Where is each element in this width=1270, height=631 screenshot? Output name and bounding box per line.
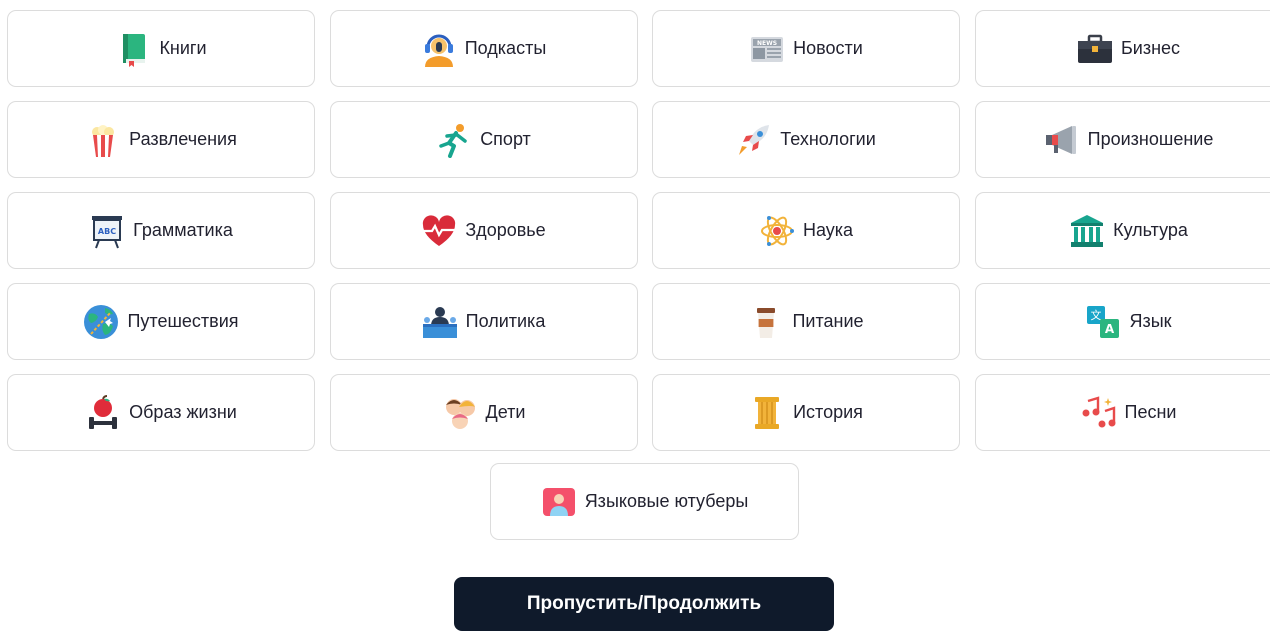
topic-card-news[interactable]: NEWS Новости: [652, 10, 960, 87]
music-notes-icon: [1081, 395, 1117, 431]
topic-label: Бизнес: [1121, 38, 1180, 59]
topic-grid: Книги Подкасты NEWS Новости Бизнес Развл…: [7, 10, 1270, 451]
topic-label: Произношение: [1088, 129, 1214, 150]
topic-card-kids[interactable]: Дети: [330, 374, 638, 451]
newspaper-icon: NEWS: [749, 31, 785, 67]
topic-card-science[interactable]: Наука: [652, 192, 960, 269]
coffee-cup-icon: [748, 304, 784, 340]
topic-label: Язык: [1129, 311, 1171, 332]
topic-card-grammar[interactable]: ABC Грамматика: [7, 192, 315, 269]
topic-label: Наука: [803, 220, 853, 241]
topic-card-travel[interactable]: Путешествия: [7, 283, 315, 360]
topic-label: Здоровье: [465, 220, 545, 241]
politician-podium-icon: [422, 304, 458, 340]
topic-card-podcasts[interactable]: Подкасты: [330, 10, 638, 87]
topic-card-sport[interactable]: Спорт: [330, 101, 638, 178]
topic-card-culture[interactable]: Культура: [975, 192, 1270, 269]
translate-icon: 文A: [1085, 304, 1121, 340]
topic-card-health[interactable]: Здоровье: [330, 192, 638, 269]
topic-card-politics[interactable]: Политика: [330, 283, 638, 360]
topic-card-nutrition[interactable]: Питание: [652, 283, 960, 360]
topic-label: Языковые ютуберы: [585, 491, 749, 512]
globe-plane-icon: [83, 304, 119, 340]
topic-card-history[interactable]: История: [652, 374, 960, 451]
topic-label: Технологии: [780, 129, 876, 150]
topic-label: Путешествия: [127, 311, 238, 332]
apple-dumbbell-icon: [85, 395, 121, 431]
topic-label: Дети: [486, 402, 526, 423]
abc-board-icon: ABC: [89, 213, 125, 249]
megaphone-icon: [1044, 122, 1080, 158]
topic-label: Песни: [1125, 402, 1177, 423]
topic-label: Питание: [792, 311, 863, 332]
topic-card-lifestyle[interactable]: Образ жизни: [7, 374, 315, 451]
column-icon: [749, 395, 785, 431]
youtuber-icon: [541, 484, 577, 520]
topic-label: Новости: [793, 38, 863, 59]
topic-label: Книги: [159, 38, 206, 59]
topic-label: Подкасты: [465, 38, 547, 59]
topic-label: Спорт: [480, 129, 531, 150]
book-icon: [115, 31, 151, 67]
topic-label: История: [793, 402, 863, 423]
children-icon: [442, 395, 478, 431]
topic-card-technology[interactable]: Технологии: [652, 101, 960, 178]
topic-label: Развлечения: [129, 129, 237, 150]
topic-label: Образ жизни: [129, 402, 237, 423]
topic-card-language-youtubers[interactable]: Языковые ютуберы: [490, 463, 799, 540]
svg-text:文: 文: [1091, 308, 1102, 322]
podcast-icon: [421, 31, 457, 67]
topic-card-business[interactable]: Бизнес: [975, 10, 1270, 87]
topic-card-songs[interactable]: Песни: [975, 374, 1270, 451]
topic-label: Политика: [466, 311, 546, 332]
topic-label: Грамматика: [133, 220, 233, 241]
topic-card-books[interactable]: Книги: [7, 10, 315, 87]
heartbeat-icon: [421, 213, 457, 249]
topic-label: Культура: [1113, 220, 1188, 241]
rocket-icon: [736, 122, 772, 158]
topic-card-pronunciation[interactable]: Произношение: [975, 101, 1270, 178]
atom-icon: [759, 213, 795, 249]
svg-text:ABC: ABC: [98, 227, 116, 236]
svg-text:A: A: [1105, 322, 1115, 336]
topic-card-entertainment[interactable]: Развлечения: [7, 101, 315, 178]
briefcase-icon: [1077, 31, 1113, 67]
topic-card-language[interactable]: 文A Язык: [975, 283, 1270, 360]
museum-icon: [1069, 213, 1105, 249]
svg-text:NEWS: NEWS: [757, 40, 777, 47]
runner-icon: [436, 122, 472, 158]
popcorn-icon: [85, 122, 121, 158]
